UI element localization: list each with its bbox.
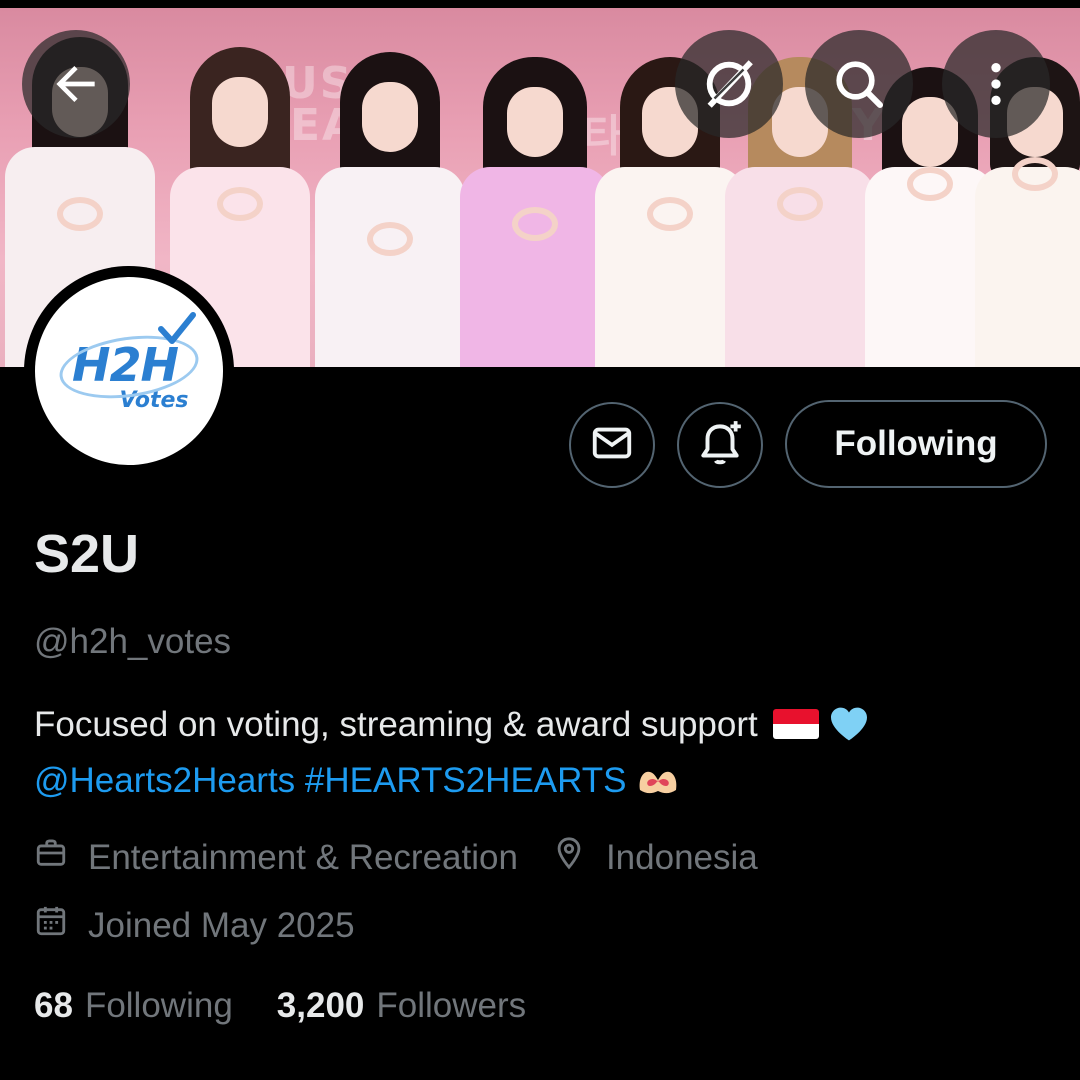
grok-button[interactable] [675, 30, 783, 138]
banner-person [310, 52, 470, 367]
joined-label: Joined May 2025 [88, 905, 355, 945]
blue-heart-icon [829, 706, 869, 756]
following-button[interactable]: Following [785, 400, 1047, 488]
bio-text: Focused on voting, streaming & award sup… [34, 705, 758, 744]
message-button[interactable] [569, 402, 655, 488]
avatar-image: H2H Votes [35, 277, 223, 465]
search-button[interactable] [805, 30, 913, 138]
indonesia-flag-icon [773, 709, 820, 739]
notifications-button[interactable] [677, 402, 763, 488]
more-options-button[interactable] [942, 30, 1050, 138]
briefcase-icon [34, 836, 88, 879]
avatar[interactable]: H2H Votes [24, 266, 234, 476]
status-strip [0, 0, 1080, 8]
profile-meta-row: Entertainment & Recreation Indonesia [34, 836, 758, 879]
grok-icon [700, 55, 758, 113]
following-count-link[interactable]: 68 Following [34, 986, 233, 1026]
calendar-icon [34, 904, 88, 947]
follow-stats: 68 Following 3,200 Followers [34, 986, 526, 1026]
following-label: Following [84, 986, 233, 1025]
bio-hashtag-link[interactable]: #HEARTS2HEARTS [305, 761, 627, 800]
heart-hands-icon [636, 762, 680, 812]
profile-joined: Joined May 2025 [34, 904, 355, 947]
checkmark-icon [157, 311, 197, 352]
profile-joined-row: Joined May 2025 [34, 904, 355, 947]
location-pin-icon [552, 836, 606, 879]
search-icon [831, 56, 887, 112]
bio-mention-link[interactable]: @Hearts2Hearts [34, 761, 295, 800]
mail-icon [589, 420, 635, 471]
profile-category: Entertainment & Recreation [34, 836, 518, 879]
following-count: 68 [34, 986, 73, 1025]
bell-plus-icon [695, 418, 745, 473]
profile-bio: Focused on voting, streaming & award sup… [34, 700, 1044, 812]
category-label: Entertainment & Recreation [88, 837, 518, 877]
back-arrow-icon [48, 56, 104, 112]
followers-label: Followers [376, 986, 527, 1025]
followers-count: 3,200 [276, 986, 365, 1025]
more-vertical-icon [968, 56, 1024, 112]
bio-line-2: @Hearts2Hearts #HEARTS2HEARTS [34, 756, 1044, 812]
display-name: S2U [34, 524, 140, 584]
location-label: Indonesia [605, 837, 758, 877]
profile-location: Indonesia [552, 836, 758, 879]
back-button[interactable] [22, 30, 130, 138]
bio-line-1: Focused on voting, streaming & award sup… [34, 700, 1044, 756]
user-handle: @h2h_votes [34, 622, 232, 661]
followers-count-link[interactable]: 3,200 Followers [277, 986, 526, 1026]
